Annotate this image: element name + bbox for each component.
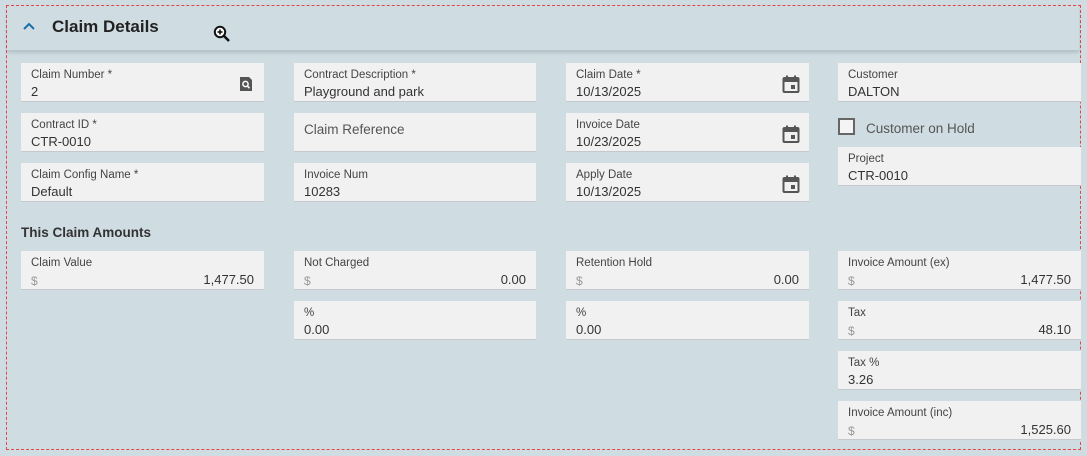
field-label: Contract Description *	[304, 69, 416, 81]
field-label: Project	[848, 153, 884, 165]
field-value: 10283	[304, 184, 341, 199]
field-value: 0.00	[773, 272, 799, 287]
currency-symbol: $	[848, 424, 855, 438]
field-label: Claim Date *	[576, 69, 641, 81]
customer-field[interactable]: Customer DALTON	[838, 63, 1081, 102]
invoice-date-field[interactable]: Invoice Date 10/23/2025	[566, 113, 809, 152]
invoice-amount-ex-field[interactable]: Invoice Amount (ex) $ 1,477.50	[838, 251, 1081, 290]
field-value: 1,477.50	[1020, 272, 1071, 287]
field-label: Claim Number *	[31, 69, 113, 81]
retention-hold-field[interactable]: Retention Hold $ 0.00	[566, 251, 809, 290]
invoice-amount-inc-field[interactable]: Invoice Amount (inc) $ 1,525.60	[838, 401, 1081, 440]
currency-symbol: $	[576, 274, 583, 288]
field-label: Claim Value	[31, 257, 93, 269]
calendar-icon[interactable]	[781, 174, 801, 194]
customer-on-hold-checkbox[interactable]	[838, 118, 855, 135]
field-value: 1,477.50	[203, 272, 254, 287]
customer-on-hold-label: Customer on Hold	[866, 121, 975, 136]
field-value: 0.00	[304, 322, 330, 337]
claim-date-field[interactable]: Claim Date * 10/13/2025	[566, 63, 809, 102]
field-label: Tax	[848, 307, 866, 319]
field-value: Default	[31, 184, 73, 199]
field-value: 2	[31, 84, 39, 99]
panel-header: Claim Details	[7, 6, 1079, 51]
field-value: 10/13/2025	[576, 84, 642, 99]
tax-field[interactable]: Tax $ 48.10	[838, 301, 1081, 340]
field-label: %	[576, 307, 587, 319]
field-value: 10/23/2025	[576, 134, 642, 149]
field-label: Customer	[848, 69, 898, 81]
field-label: Invoice Date	[576, 119, 640, 131]
claim-reference-field[interactable]: Claim Reference	[294, 113, 536, 152]
field-placeholder: Claim Reference	[304, 122, 405, 137]
field-label: Apply Date	[576, 169, 633, 181]
field-value: 0.00	[576, 322, 602, 337]
field-value: 10/13/2025	[576, 184, 642, 199]
field-label: Not Charged	[304, 257, 370, 269]
field-value: 3.26	[848, 372, 874, 387]
chevron-up-icon[interactable]	[21, 18, 37, 34]
section-title-claim-amounts: This Claim Amounts	[21, 225, 152, 240]
field-label: Claim Config Name *	[31, 169, 139, 181]
contract-description-field[interactable]: Contract Description * Playground and pa…	[294, 63, 536, 102]
currency-symbol: $	[848, 324, 855, 338]
contract-id-field[interactable]: Contract ID * CTR-0010	[21, 113, 264, 152]
claim-config-name-field[interactable]: Claim Config Name * Default	[21, 163, 264, 202]
claim-value-field[interactable]: Claim Value $ 1,477.50	[21, 251, 264, 290]
field-value: 1,525.60	[1020, 422, 1071, 437]
field-value: Playground and park	[304, 84, 424, 99]
currency-symbol: $	[304, 274, 311, 288]
field-label: Invoice Amount (inc)	[848, 407, 953, 419]
field-value: 48.10	[1038, 322, 1071, 337]
calendar-icon[interactable]	[781, 74, 801, 94]
invoice-num-field[interactable]: Invoice Num 10283	[294, 163, 536, 202]
tax-percent-field[interactable]: Tax % 3.26	[838, 351, 1081, 390]
search-document-icon[interactable]	[236, 74, 256, 94]
field-value: CTR-0010	[31, 134, 91, 149]
field-label: Contract ID *	[31, 119, 97, 131]
project-field[interactable]: Project CTR-0010	[838, 147, 1081, 186]
not-charged-field[interactable]: Not Charged $ 0.00	[294, 251, 536, 290]
field-label: Tax %	[848, 357, 880, 369]
field-label: Invoice Amount (ex)	[848, 257, 950, 269]
currency-symbol: $	[848, 274, 855, 288]
apply-date-field[interactable]: Apply Date 10/13/2025	[566, 163, 809, 202]
field-label: %	[304, 307, 315, 319]
field-value: CTR-0010	[848, 168, 908, 183]
claim-number-field[interactable]: Claim Number * 2	[21, 63, 264, 102]
currency-symbol: $	[31, 274, 38, 288]
retention-hold-percent-field[interactable]: % 0.00	[566, 301, 809, 340]
field-value: 0.00	[500, 272, 526, 287]
field-value: DALTON	[848, 84, 900, 99]
not-charged-percent-field[interactable]: % 0.00	[294, 301, 536, 340]
calendar-icon[interactable]	[781, 124, 801, 144]
field-label: Retention Hold	[576, 257, 653, 269]
zoom-in-cursor-icon	[213, 25, 231, 43]
panel-title: Claim Details	[52, 17, 159, 36]
field-label: Invoice Num	[304, 169, 368, 181]
